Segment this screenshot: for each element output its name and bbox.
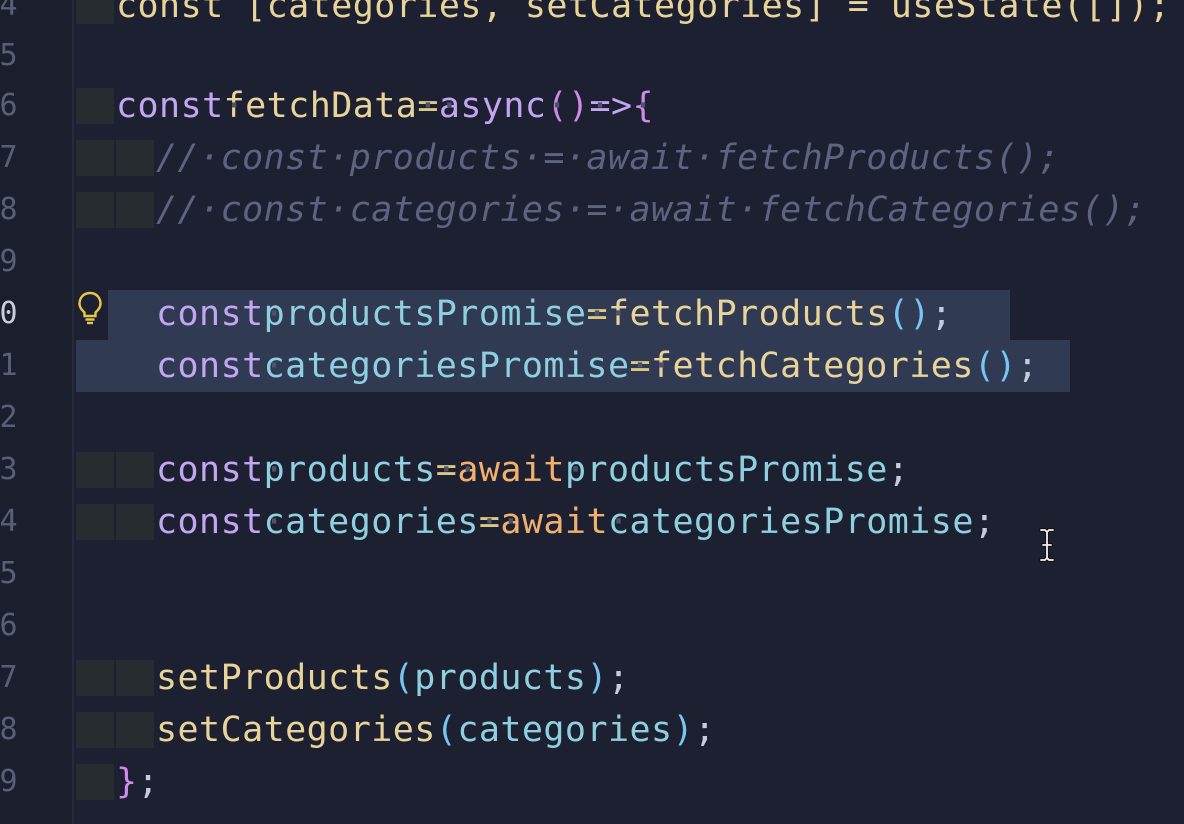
semicolon-token: ; [694, 710, 716, 750]
function-token: setProducts [156, 658, 393, 698]
identifier-token: productsPromise [564, 450, 888, 490]
i-beam-cursor-icon [1039, 528, 1055, 562]
code-line[interactable]: }; [0, 756, 159, 808]
keyword-token: const [156, 450, 264, 490]
keyword-token: const [156, 294, 264, 334]
code-tokens: const · fetchData · = · async ·() · => ·{ [116, 86, 655, 126]
semicolon-token: ; [608, 658, 630, 698]
identifier-token: productsPromise [263, 294, 587, 334]
code-editor[interactable]: 4 5 6 7 8 9 0 1 2 3 4 5 6 7 8 9 const [c… [0, 0, 1184, 824]
code-line[interactable]: const · categoriesPromise · = · fetchCategorie… [0, 340, 1038, 392]
code-line[interactable]: //·const·products·=·await·fetchProducts(… [0, 132, 1059, 184]
code-line[interactable]: setProducts(products); [0, 652, 629, 704]
paren-token: ) [586, 658, 608, 698]
code-text: const [categories, setCategories] = useS… [116, 0, 1171, 26]
code-tokens: const · categoriesPromise · = · fetchCategorie… [156, 346, 1039, 386]
identifier-token: categories [263, 502, 479, 542]
code-line[interactable]: const · products · = · await · productsPromise; [0, 444, 909, 496]
code-line[interactable]: const · categories · = · await · categoriesPromi… [0, 496, 995, 548]
keyword-token: const [156, 346, 264, 386]
comment-token: //·const·categories·=·await·fetchCategor… [156, 190, 1147, 230]
semicolon-token: ; [887, 450, 910, 490]
paren-token: ( [435, 710, 458, 750]
code-tokens: const · productsPromise · = · fetchProducts(); [156, 294, 953, 334]
code-tokens: setProducts(products); [156, 652, 630, 704]
function-token: fetchCategories [651, 346, 974, 386]
code-tokens: }; [116, 756, 159, 808]
code-line[interactable]: //·const·categories·=·await·fetchCategor… [0, 184, 1146, 236]
comment-token: //·const·products·=·await·fetchProducts(… [156, 138, 1060, 178]
code-tokens: const · categories · = · await · categoriesPromi… [156, 502, 996, 542]
code-tokens: const · products · = · await · productsPromise; [156, 450, 910, 490]
paren-token: () [887, 294, 931, 334]
semicolon-token: ; [973, 502, 996, 542]
identifier-token: products [414, 658, 587, 698]
identifier-token: categoriesPromise [263, 346, 630, 386]
paren-token: ( [392, 658, 415, 698]
keyword-token: const [156, 502, 264, 542]
identifier-token: categories [457, 710, 673, 750]
identifier-token: products [263, 450, 436, 490]
paren-token: () [973, 346, 1017, 386]
semicolon-token: ; [1016, 346, 1039, 386]
brace-token: } [116, 762, 138, 802]
code-tokens: setCategories(categories); [156, 704, 716, 756]
paren-token: ) [672, 710, 695, 750]
identifier-token: categoriesPromise [607, 502, 974, 542]
lightbulb-icon[interactable] [76, 290, 104, 326]
code-line[interactable]: const [categories, setCategories] = useS… [0, 0, 1170, 32]
code-line[interactable]: const · productsPromise · = · fetchProducts(); [0, 288, 952, 340]
code-line[interactable]: setCategories(categories); [0, 704, 715, 756]
semicolon-token: ; [930, 294, 953, 334]
code-line[interactable]: const · fetchData · = · async ·() · => ·{ [0, 80, 654, 132]
function-token: fetchProducts [607, 294, 888, 334]
function-token: setCategories [156, 710, 436, 750]
function-token: fetchData [223, 86, 418, 126]
semicolon-token: ; [137, 762, 160, 802]
keyword-token: const [116, 86, 224, 126]
